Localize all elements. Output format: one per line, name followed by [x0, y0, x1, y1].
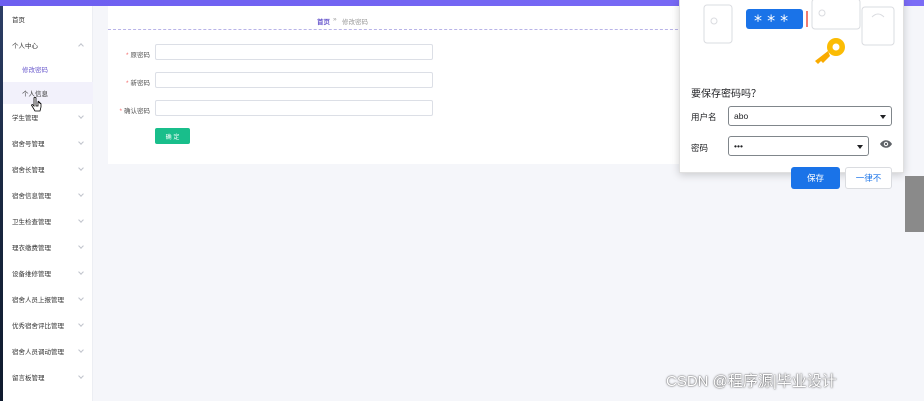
watermark-text: CSDN @程序源|毕业设计 [666, 373, 837, 390]
sidebar-item-label: 宿舍人员上报管理 [12, 297, 64, 304]
chevron-down-icon [78, 191, 84, 197]
confirm-button[interactable]: 确 定 [155, 128, 190, 144]
password-value: ••• [734, 141, 743, 151]
sidebar-item-change-password[interactable]: 修改密码 [0, 58, 93, 80]
chevron-up-icon [78, 43, 84, 49]
masked-password-graphic: * * * [754, 11, 788, 30]
sidebar-item-equipment-repair[interactable]: 设备维修管理 [0, 262, 93, 284]
chevron-down-icon [78, 295, 84, 301]
sidebar-item-dorm-leader[interactable]: 宿舍长管理 [0, 158, 93, 180]
sidebar-item-fee-payment[interactable]: 理衣缴费管理 [0, 236, 93, 258]
breadcrumb-separator: » [333, 16, 337, 23]
sidebar-item-dorm-info[interactable]: 宿舍信息管理 [0, 184, 93, 206]
dropdown-arrow-icon [857, 145, 863, 149]
sidebar-item-label: 学生管理 [12, 115, 38, 122]
confirm-password-input[interactable] [155, 100, 433, 116]
save-password-button[interactable]: 保存 [791, 167, 840, 189]
username-label: 用户名 [691, 112, 717, 122]
save-password-title: 要保存密码吗？ [691, 89, 761, 100]
sidebar-item-member-transfer[interactable]: 宿舍人员调动管理 [0, 340, 93, 362]
sidebar-item-label: 宿舍长管理 [12, 167, 45, 174]
required-mark: * [125, 80, 129, 87]
sidebar-item-students[interactable]: 学生管理 [0, 106, 93, 128]
eye-icon[interactable] [879, 139, 893, 149]
chevron-down-icon [78, 269, 84, 275]
key-icon [815, 38, 845, 64]
password-illustration: * * * [703, 0, 895, 64]
chevron-down-icon [78, 217, 84, 223]
sidebar-item-hygiene-check[interactable]: 卫生检查管理 [0, 210, 93, 232]
sidebar-item-label: 个人中心 [12, 43, 38, 50]
sidebar-item-label: 宿舍信息管理 [12, 193, 51, 200]
chevron-down-icon [78, 321, 84, 327]
sidebar-item-label: 优秀宿舍评比管理 [12, 323, 64, 330]
sidebar-item-dorm-number[interactable]: 宿舍号管理 [0, 132, 93, 154]
sidebar-item-message-board[interactable]: 留言板管理 [0, 366, 93, 388]
required-mark: * [125, 52, 129, 59]
dropdown-arrow-icon [880, 115, 886, 119]
new-password-input[interactable] [155, 72, 433, 88]
sidebar-item-label: 理衣缴费管理 [12, 245, 51, 252]
sidebar-item-label: 卫生检查管理 [12, 219, 51, 226]
sidebar-item-label: 宿舍号管理 [12, 141, 45, 148]
username-select[interactable]: abo [728, 106, 892, 126]
sidebar-item-home[interactable]: 首页 [0, 8, 93, 30]
new-password-label: * 新密码 [125, 80, 150, 87]
old-password-label: * 原密码 [125, 52, 150, 59]
sidebar-item-personal-info[interactable]: 个人信息 [0, 82, 93, 104]
breadcrumb: 首页 » 修改密码 [108, 14, 693, 30]
required-mark: * [119, 108, 122, 115]
save-password-popup: * * * 要保存密码吗？ 用户名 abo 密码 ••• 保存 一律不 [679, 0, 904, 189]
hand-cursor-icon [31, 97, 42, 112]
sidebar-menu: 首页 个人中心 修改密码 个人信息 学生管理 宿舍号管理 宿舍长管理 宿舍信息管… [0, 6, 93, 401]
scrollbar-thumb[interactable] [905, 176, 924, 232]
confirm-password-label: * 确认密码 [119, 108, 150, 115]
breadcrumb-home[interactable]: 首页 [317, 16, 330, 26]
breadcrumb-current: 修改密码 [342, 19, 368, 26]
chevron-down-icon [78, 165, 84, 171]
password-select[interactable]: ••• [728, 136, 869, 156]
sidebar-item-label: 宿舍人员调动管理 [12, 349, 64, 356]
chevron-down-icon [78, 373, 84, 379]
chevron-down-icon [78, 139, 84, 145]
never-save-button[interactable]: 一律不 [845, 167, 892, 189]
old-password-input[interactable] [155, 44, 433, 60]
chevron-down-icon [78, 243, 84, 249]
sidebar-item-label: 首页 [12, 17, 25, 24]
password-label: 密码 [691, 143, 709, 153]
sidebar-item-label: 留言板管理 [12, 375, 45, 382]
sidebar-background-edge [0, 6, 3, 401]
chevron-down-icon [78, 347, 84, 353]
sidebar-item-excellent-dorm[interactable]: 优秀宿舍评比管理 [0, 314, 93, 336]
sidebar-item-personal-center[interactable]: 个人中心 [0, 34, 93, 56]
sidebar-item-member-report[interactable]: 宿舍人员上报管理 [0, 288, 93, 310]
chevron-down-icon [78, 113, 84, 119]
change-password-panel: 首页 » 修改密码 * 原密码 * 新密码 * 确认密码 确 定 [108, 6, 693, 164]
sidebar-item-label: 设备维修管理 [12, 271, 51, 278]
username-value: abo [734, 111, 749, 121]
sidebar-item-label: 修改密码 [22, 67, 48, 74]
